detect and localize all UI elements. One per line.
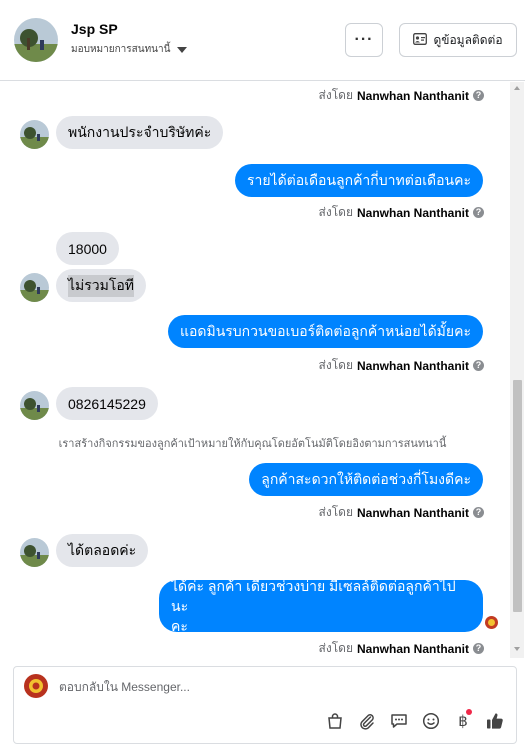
- page-avatar: [24, 674, 48, 698]
- sent-by-line: ส่งโดย Nanwhan Nanthanit ?: [319, 639, 484, 658]
- reply-input[interactable]: [59, 677, 459, 697]
- sent-by-line: ส่งโดย Nanwhan Nanthanit ?: [319, 86, 484, 105]
- sent-by-name: Nanwhan Nanthanit: [356, 205, 469, 220]
- sent-by-line: ส่งโดย Nanwhan Nanthanit ?: [319, 503, 484, 522]
- help-icon[interactable]: ?: [473, 507, 484, 518]
- thread-scrollbar[interactable]: [510, 82, 524, 658]
- scroll-down-arrow[interactable]: [514, 647, 520, 651]
- notification-dot: [466, 709, 472, 715]
- incoming-message: 18000: [56, 232, 119, 265]
- highlighted-text: ไม่รวมโอที: [68, 274, 135, 297]
- view-contact-button[interactable]: ดูข้อมูลติดต่อ: [399, 23, 517, 57]
- attach-icon[interactable]: [357, 711, 377, 731]
- payment-icon[interactable]: ฿: [453, 709, 473, 731]
- saved-replies-icon[interactable]: [389, 711, 409, 731]
- sent-by-prefix: ส่งโดย: [318, 505, 353, 519]
- scrollbar-thumb[interactable]: [513, 380, 522, 612]
- conversation-header: Jsp SP มอบหมายการสนทนานี้ ··· ดูข้อมูลติ…: [0, 0, 525, 81]
- incoming-message: 0826145229: [56, 387, 158, 420]
- message-line: ได้ค่ะ ลูกค้า เดี๋ยวช่วงบ่าย มีเซลล์ติดต…: [171, 578, 456, 614]
- emoji-icon[interactable]: [421, 711, 441, 731]
- customer-name: Jsp SP: [71, 21, 118, 37]
- customer-avatar-small: [20, 391, 49, 420]
- outgoing-message: แอดมินรบกวนขอเบอร์ติดต่อลูกค้าหน่อยได้มั…: [167, 315, 483, 348]
- contact-card-icon: [413, 32, 428, 48]
- sent-by-line: ส่งโดย Nanwhan Nanthanit ?: [319, 203, 484, 222]
- incoming-message: ไม่รวมโอที: [56, 269, 147, 302]
- customer-avatar[interactable]: [14, 18, 58, 62]
- more-options-button[interactable]: ···: [345, 23, 383, 57]
- system-notice: เราสร้างกิจกรรมของลูกค้าเป้าหมายให้กับคุ…: [58, 438, 447, 450]
- assign-label: มอบหมายการสนทนานี้: [71, 44, 171, 55]
- outgoing-message: ได้ค่ะ ลูกค้า เดี๋ยวช่วงบ่าย มีเซลล์ติดต…: [159, 578, 483, 634]
- shop-bag-icon[interactable]: [325, 711, 345, 731]
- customer-avatar-small: [20, 273, 49, 302]
- customer-avatar-small: [20, 120, 49, 149]
- sent-by-name: Nanwhan Nanthanit: [356, 358, 469, 373]
- like-thumb-icon[interactable]: [485, 711, 505, 731]
- help-icon[interactable]: ?: [473, 207, 484, 218]
- incoming-message: ได้ตลอดค่ะ: [56, 534, 149, 567]
- baht-symbol: ฿: [458, 711, 468, 730]
- sent-by-prefix: ส่งโดย: [318, 641, 353, 655]
- help-icon[interactable]: ?: [473, 643, 484, 654]
- sent-by-name: Nanwhan Nanthanit: [356, 641, 469, 656]
- help-icon[interactable]: ?: [473, 360, 484, 371]
- sent-by-prefix: ส่งโดย: [318, 358, 353, 372]
- caret-down-icon: [177, 47, 188, 53]
- incoming-message: พนักงานประจำบริษัทค่ะ: [56, 116, 224, 149]
- sent-by-line: ส่งโดย Nanwhan Nanthanit ?: [319, 356, 484, 375]
- scroll-up-arrow[interactable]: [514, 86, 520, 90]
- assign-conversation-dropdown[interactable]: มอบหมายการสนทนานี้: [71, 42, 188, 57]
- message-line: คะ: [171, 618, 188, 634]
- sent-by-name: Nanwhan Nanthanit: [356, 505, 469, 520]
- outgoing-message: ลูกค้าสะดวกให้ติดต่อช่วงกี่โมงดีคะ: [249, 463, 483, 496]
- help-icon[interactable]: ?: [473, 90, 484, 101]
- sent-by-prefix: ส่งโดย: [318, 205, 353, 219]
- outgoing-message: รายได้ต่อเดือนลูกค้ากี่บาทต่อเดือนคะ: [234, 164, 483, 197]
- seen-avatar: [485, 616, 498, 629]
- sent-by-prefix: ส่งโดย: [318, 88, 353, 102]
- view-contact-label: ดูข้อมูลติดต่อ: [433, 32, 503, 47]
- reply-composer: ฿: [13, 666, 517, 744]
- customer-avatar-small: [20, 538, 49, 567]
- sent-by-name: Nanwhan Nanthanit: [356, 88, 469, 103]
